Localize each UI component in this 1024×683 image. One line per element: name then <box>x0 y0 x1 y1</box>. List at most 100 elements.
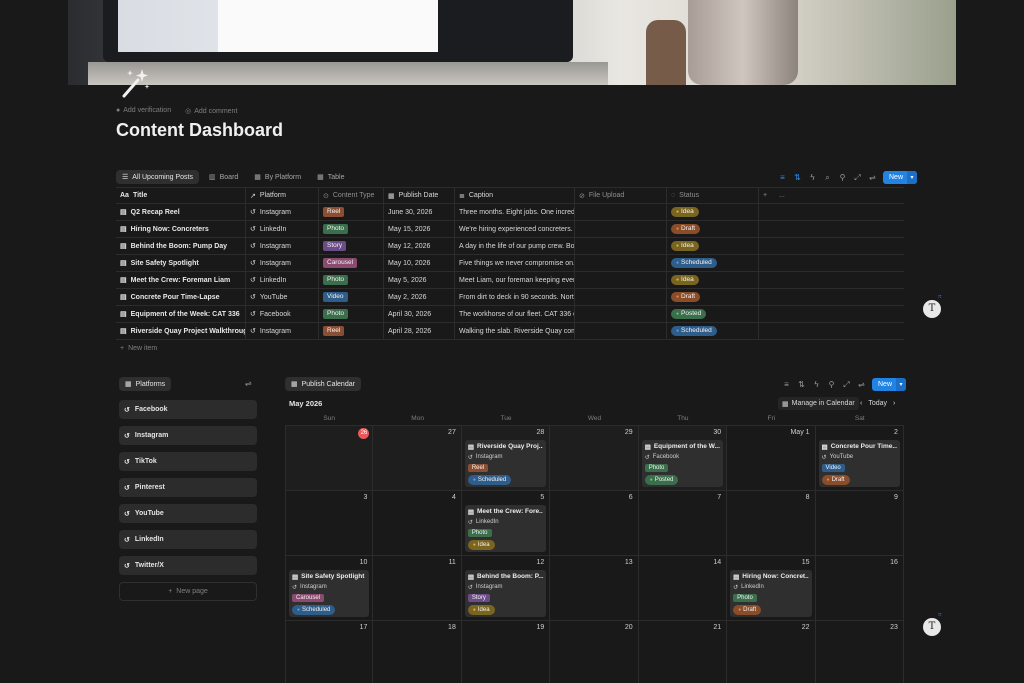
publish-date-cell[interactable]: May 10, 2026 <box>384 254 455 272</box>
platform-page-item[interactable]: ↺ YouTube <box>119 504 257 523</box>
table-row[interactable]: ▤ Q2 Recap Reel ↺ Instagram Reel June 30, 202… <box>116 203 904 221</box>
column-header-file-upload[interactable]: ⊘ File Upload <box>575 187 667 204</box>
calendar-day-cell[interactable]: 30 ▤ Equipment of the W... ↺ Facebook Photo ● P… <box>638 426 728 490</box>
chevron-left-icon[interactable]: ‹ <box>860 400 862 407</box>
more-icon[interactable]: ... <box>779 192 785 199</box>
add-comment-button[interactable]: ◎ Add comment <box>185 107 237 115</box>
title-cell[interactable]: ▤ Site Safety Spotlight <box>116 254 246 272</box>
file-upload-cell[interactable] <box>575 203 667 221</box>
calendar-day-cell[interactable]: 16 <box>816 556 904 620</box>
status-cell[interactable]: ● Scheduled <box>667 254 759 272</box>
status-cell[interactable]: ● Posted <box>667 305 759 323</box>
content-type-cell[interactable]: Photo <box>319 271 384 289</box>
file-upload-cell[interactable] <box>575 288 667 306</box>
caption-cell[interactable]: Five things we never compromise on. S <box>455 254 575 272</box>
table-row[interactable]: ▤ Equipment of the Week: CAT 336 ↺ Facebook… <box>116 305 904 323</box>
calendar-day-cell[interactable]: 29 <box>550 426 639 490</box>
tab-board[interactable]: ▥ Board <box>203 170 244 184</box>
publish-calendar-view-tab[interactable]: ▦ Publish Calendar <box>285 377 361 391</box>
calendar-day-cell[interactable]: 13 <box>550 556 639 620</box>
status-cell[interactable]: ● Idea <box>667 271 759 289</box>
calendar-day-cell[interactable]: 7 <box>639 491 728 555</box>
file-upload-cell[interactable] <box>575 305 667 323</box>
table-row[interactable]: ▤ Riverside Quay Project Walkthrough ↺ Inst… <box>116 322 904 340</box>
status-cell[interactable]: ● Scheduled <box>667 322 759 340</box>
title-cell[interactable]: ▤ Riverside Quay Project Walkthrough <box>116 322 246 340</box>
content-type-cell[interactable]: Reel <box>319 322 384 340</box>
calendar-day-cell[interactable]: 27 <box>373 426 462 490</box>
platform-page-item[interactable]: ↺ TikTok <box>119 452 257 471</box>
today-button[interactable]: Today <box>868 400 887 407</box>
search-icon[interactable]: ⚲ <box>827 380 836 389</box>
calendar-day-cell[interactable]: 9 <box>816 491 904 555</box>
publish-date-cell[interactable]: May 12, 2026 <box>384 237 455 255</box>
platform-cell[interactable]: ↺ LinkedIn <box>246 220 319 238</box>
calendar-day-cell[interactable]: 20 <box>550 621 639 683</box>
caption-cell[interactable]: Three months. Eight jobs. One incredib <box>455 203 575 221</box>
file-upload-cell[interactable] <box>575 254 667 272</box>
column-header-title[interactable]: Aa Title <box>116 187 246 204</box>
manage-in-calendar-button[interactable]: ▦ Manage in Calendar <box>778 397 859 410</box>
calendar-day-cell[interactable]: 10 ▤ Site Safety Spotlight ↺ Instagram Carous… <box>285 556 374 620</box>
calendar-day-cell[interactable]: 12 ▤ Behind the Boom: P... ↺ Instagram Story ●… <box>462 556 551 620</box>
settings-sliders-icon[interactable]: ⇌ <box>245 379 252 388</box>
settings-sliders-icon[interactable]: ⇌ <box>868 173 877 182</box>
platform-page-item[interactable]: ↺ Facebook <box>119 400 257 419</box>
caption-cell[interactable]: We're hiring experienced concreters. C <box>455 220 575 238</box>
sort-icon[interactable]: ⇅ <box>797 380 806 389</box>
content-type-cell[interactable]: Video <box>319 288 384 306</box>
calendar-post-card[interactable]: ▤ Meet the Crew: Fore... ↺ LinkedIn Photo ● Id… <box>464 505 547 552</box>
status-cell[interactable]: ● Idea <box>667 237 759 255</box>
table-row[interactable]: ▤ Site Safety Spotlight ↺ Instagram Carousel… <box>116 254 904 272</box>
publish-date-cell[interactable]: May 2, 2026 <box>384 288 455 306</box>
platform-cell[interactable]: ↺ Instagram <box>246 203 319 221</box>
filter-icon[interactable]: ≡ <box>778 173 787 182</box>
filter-icon[interactable]: ≡ <box>782 380 791 389</box>
calendar-day-cell[interactable]: 18 <box>373 621 462 683</box>
tab-table[interactable]: ▦ Table <box>311 170 350 184</box>
typography-helper-icon[interactable]: ⠶ T <box>923 612 942 636</box>
calendar-day-cell[interactable]: 21 <box>639 621 728 683</box>
file-upload-cell[interactable] <box>575 271 667 289</box>
caption-cell[interactable]: Walking the slab. Riverside Quay comi <box>455 322 575 340</box>
publish-date-cell[interactable]: May 5, 2026 <box>384 271 455 289</box>
tab-all-upcoming-posts[interactable]: ☰ All Upcoming Posts <box>116 170 199 184</box>
calendar-day-cell[interactable]: 22 <box>727 621 816 683</box>
platform-cell[interactable]: ↺ Facebook <box>246 305 319 323</box>
calendar-new-button[interactable]: New ▾ <box>872 378 907 391</box>
caption-cell[interactable]: Meet Liam, our foreman keeping every <box>455 271 575 289</box>
title-cell[interactable]: ▤ Meet the Crew: Foreman Liam <box>116 271 246 289</box>
platform-page-item[interactable]: ↺ Twitter/X <box>119 556 257 575</box>
content-type-cell[interactable]: Photo <box>319 220 384 238</box>
calendar-post-card[interactable]: ▤ Equipment of the W... ↺ Facebook Photo ● Pos… <box>641 440 724 487</box>
content-type-cell[interactable]: Carousel <box>319 254 384 272</box>
sort-icon[interactable]: ⇅ <box>793 173 802 182</box>
column-header-platform[interactable]: ↗ Platform <box>246 187 319 204</box>
calendar-day-cell[interactable]: May 1 <box>727 426 816 490</box>
calendar-post-card[interactable]: ▤ Riverside Quay Proj... ↺ Instagram Reel ● Sc… <box>464 440 547 487</box>
calendar-day-cell[interactable]: 17 <box>285 621 374 683</box>
chevron-down-icon[interactable]: ▾ <box>896 378 907 391</box>
calendar-day-cell[interactable]: 23 <box>816 621 904 683</box>
expand-icon[interactable]: ⤢ <box>853 173 862 183</box>
calendar-day-cell[interactable]: 26 <box>285 426 374 490</box>
file-upload-cell[interactable] <box>575 237 667 255</box>
settings-sliders-icon[interactable]: ⇌ <box>857 380 866 389</box>
column-header-publish-date[interactable]: ▦ Publish Date <box>384 187 455 204</box>
title-cell[interactable]: ▤ Q2 Recap Reel <box>116 203 246 221</box>
platform-cell[interactable]: ↺ Instagram <box>246 237 319 255</box>
ai-search-icon[interactable]: ⌕ <box>823 173 832 183</box>
content-type-cell[interactable]: Reel <box>319 203 384 221</box>
platform-cell[interactable]: ↺ Instagram <box>246 254 319 272</box>
status-cell[interactable]: ● Idea <box>667 203 759 221</box>
title-cell[interactable]: ▤ Behind the Boom: Pump Day <box>116 237 246 255</box>
calendar-day-cell[interactable]: 6 <box>550 491 639 555</box>
publish-date-cell[interactable]: April 28, 2026 <box>384 322 455 340</box>
calendar-post-card[interactable]: ▤ Behind the Boom: P... ↺ Instagram Story ● Id… <box>464 570 547 617</box>
file-upload-cell[interactable] <box>575 322 667 340</box>
expand-icon[interactable]: ⤢ <box>842 380 851 390</box>
calendar-day-cell[interactable]: 8 <box>727 491 816 555</box>
calendar-post-card[interactable]: ▤ Concrete Pour Time... ↺ YouTube Video ● Draf… <box>818 440 900 487</box>
new-page-button[interactable]: + New page <box>119 582 257 601</box>
platform-page-item[interactable]: ↺ LinkedIn <box>119 530 257 549</box>
